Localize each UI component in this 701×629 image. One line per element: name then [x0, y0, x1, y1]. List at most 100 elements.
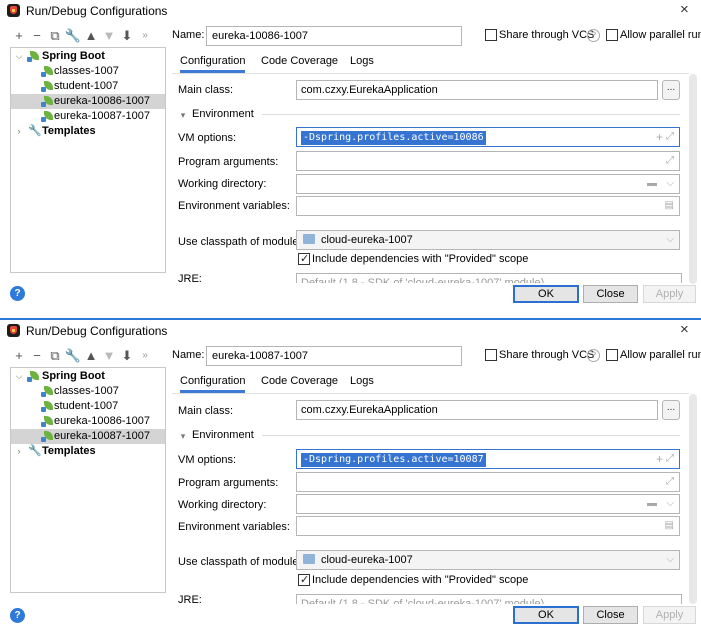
tree-group-spring-boot[interactable]: ⌵ Spring Boot — [11, 369, 165, 384]
move-into-folder-icon[interactable]: ⬇ — [118, 347, 136, 365]
copy-icon[interactable]: ⧉ — [46, 27, 64, 45]
edit-list-icon[interactable]: ▤ — [665, 517, 674, 535]
main-class-input[interactable]: com.czxy.EurekaApplication — [296, 400, 658, 420]
jre-select[interactable]: Default (1.8 - SDK of 'cloud-eureka-1007… — [296, 273, 682, 283]
close-window-icon[interactable]: × — [680, 1, 689, 18]
browse-button[interactable]: ... — [662, 80, 680, 100]
classpath-module-select[interactable]: cloud-eureka-1007 ⌵ — [296, 230, 680, 250]
move-up-icon[interactable]: ▲ — [82, 27, 100, 45]
tab-logs[interactable]: Logs — [350, 371, 374, 393]
chevron-down-icon[interactable]: ▾ — [178, 110, 188, 121]
tab-logs[interactable]: Logs — [350, 51, 374, 73]
ok-button[interactable]: OK — [513, 606, 579, 624]
module-icon — [303, 554, 315, 564]
environment-divider — [262, 435, 680, 436]
tree-item-eureka-10086-1007[interactable]: eureka-10086-1007 — [11, 414, 165, 429]
tree-item-eureka-10086-1007[interactable]: eureka-10086-1007 — [11, 94, 165, 109]
remove-icon[interactable]: − — [28, 347, 46, 365]
chevron-right-icon[interactable]: › — [14, 444, 24, 459]
vm-options-label: VM options: — [178, 454, 237, 466]
expand-icon[interactable]: ⤢ — [666, 152, 674, 170]
vm-options-input[interactable]: -Dspring.profiles.active=10086 + ⤢ — [296, 127, 680, 147]
name-input[interactable]: eureka-10087-1007 — [206, 346, 462, 366]
plus-icon[interactable]: + — [656, 128, 663, 146]
chevron-down-icon[interactable]: ⌵ — [666, 495, 674, 513]
working-directory-input[interactable]: ▬ ⌵ — [296, 494, 680, 514]
environment-header[interactable]: Environment — [192, 108, 254, 120]
scrollbar[interactable] — [689, 74, 697, 284]
chevron-down-icon[interactable]: ⌵ — [666, 231, 674, 249]
tree-item-classes-1007[interactable]: classes-1007 — [11, 64, 165, 79]
help-icon[interactable]: ? — [587, 29, 600, 42]
remove-icon[interactable]: − — [28, 27, 46, 45]
tab-configuration[interactable]: Configuration — [180, 371, 246, 393]
spring-boot-icon — [41, 416, 53, 427]
expand-icon[interactable]: ⤢ — [666, 450, 674, 468]
tree-group-templates[interactable]: › 🔧 Templates — [11, 124, 165, 139]
expand-icon[interactable]: ⤢ — [666, 128, 674, 146]
folder-icon[interactable]: ▬ — [647, 495, 657, 513]
apply-button[interactable]: Apply — [643, 285, 696, 303]
tree-item-eureka-10087-1007[interactable]: eureka-10087-1007 — [11, 429, 165, 444]
add-icon[interactable]: + — [10, 27, 28, 45]
main-class-input[interactable]: com.czxy.EurekaApplication — [296, 80, 658, 100]
tree-item-classes-1007[interactable]: classes-1007 — [11, 384, 165, 399]
vm-options-input[interactable]: -Dspring.profiles.active=10087 + ⤢ — [296, 449, 680, 469]
edit-defaults-wrench-icon[interactable]: 🔧 — [64, 27, 82, 45]
tree-item-eureka-10087-1007[interactable]: eureka-10087-1007 — [11, 109, 165, 124]
tree-group-spring-boot[interactable]: ⌵ Spring Boot — [11, 49, 165, 64]
chevron-down-icon[interactable]: ▾ — [178, 431, 188, 442]
tab-code-coverage[interactable]: Code Coverage — [261, 51, 338, 73]
more-actions-icon[interactable]: » — [136, 347, 154, 365]
add-icon[interactable]: + — [10, 347, 28, 365]
intellij-app-icon — [7, 4, 20, 17]
working-directory-input[interactable]: ▬ ⌵ — [296, 174, 680, 194]
move-up-icon[interactable]: ▲ — [82, 347, 100, 365]
allow-parallel-checkbox[interactable] — [606, 29, 618, 41]
chevron-down-icon[interactable]: ⌵ — [666, 175, 674, 193]
move-into-folder-icon[interactable]: ⬇ — [118, 27, 136, 45]
jre-select[interactable]: Default (1.8 - SDK of 'cloud-eureka-1007… — [296, 594, 682, 604]
chevron-down-icon[interactable]: ⌵ — [666, 551, 674, 569]
share-vcs-checkbox[interactable] — [485, 349, 497, 361]
name-input[interactable]: eureka-10086-1007 — [206, 26, 462, 46]
tree-item-label: student-1007 — [54, 80, 119, 92]
tree-item-student-1007[interactable]: student-1007 — [11, 399, 165, 414]
expand-icon[interactable]: ⤢ — [666, 473, 674, 491]
plus-icon[interactable]: + — [656, 450, 663, 468]
classpath-module-select[interactable]: cloud-eureka-1007 ⌵ — [296, 550, 680, 570]
help-icon[interactable]: ? — [10, 608, 25, 623]
more-actions-icon[interactable]: » — [136, 27, 154, 45]
share-vcs-checkbox[interactable] — [485, 29, 497, 41]
tree-item-student-1007[interactable]: student-1007 — [11, 79, 165, 94]
edit-defaults-wrench-icon[interactable]: 🔧 — [64, 347, 82, 365]
environment-header[interactable]: Environment — [192, 429, 254, 441]
chevron-down-icon[interactable]: ⌵ — [14, 369, 24, 384]
copy-icon[interactable]: ⧉ — [46, 347, 64, 365]
tab-code-coverage[interactable]: Code Coverage — [261, 371, 338, 393]
tree-group-templates[interactable]: › 🔧 Templates — [11, 444, 165, 459]
close-window-icon[interactable]: × — [680, 321, 689, 338]
ok-button[interactable]: OK — [513, 285, 579, 303]
include-provided-checkbox[interactable] — [298, 573, 310, 586]
help-icon[interactable]: ? — [10, 286, 25, 301]
move-down-icon[interactable]: ▼ — [100, 27, 118, 45]
close-button[interactable]: Close — [583, 285, 638, 303]
tab-configuration[interactable]: Configuration — [180, 51, 246, 73]
help-icon[interactable]: ? — [587, 349, 600, 362]
chevron-down-icon[interactable]: ⌵ — [14, 49, 24, 64]
include-provided-checkbox[interactable] — [298, 252, 310, 265]
move-down-icon[interactable]: ▼ — [100, 347, 118, 365]
apply-button[interactable]: Apply — [643, 606, 696, 624]
environment-variables-input[interactable]: ▤ — [296, 196, 680, 216]
folder-icon[interactable]: ▬ — [647, 175, 657, 193]
browse-button[interactable]: ... — [662, 400, 680, 420]
chevron-right-icon[interactable]: › — [14, 124, 24, 139]
program-arguments-input[interactable]: ⤢ — [296, 151, 680, 171]
scrollbar[interactable] — [689, 394, 697, 604]
edit-list-icon[interactable]: ▤ — [665, 197, 674, 215]
allow-parallel-checkbox[interactable] — [606, 349, 618, 361]
environment-variables-input[interactable]: ▤ — [296, 516, 680, 536]
close-button[interactable]: Close — [583, 606, 638, 624]
program-arguments-input[interactable]: ⤢ — [296, 472, 680, 492]
